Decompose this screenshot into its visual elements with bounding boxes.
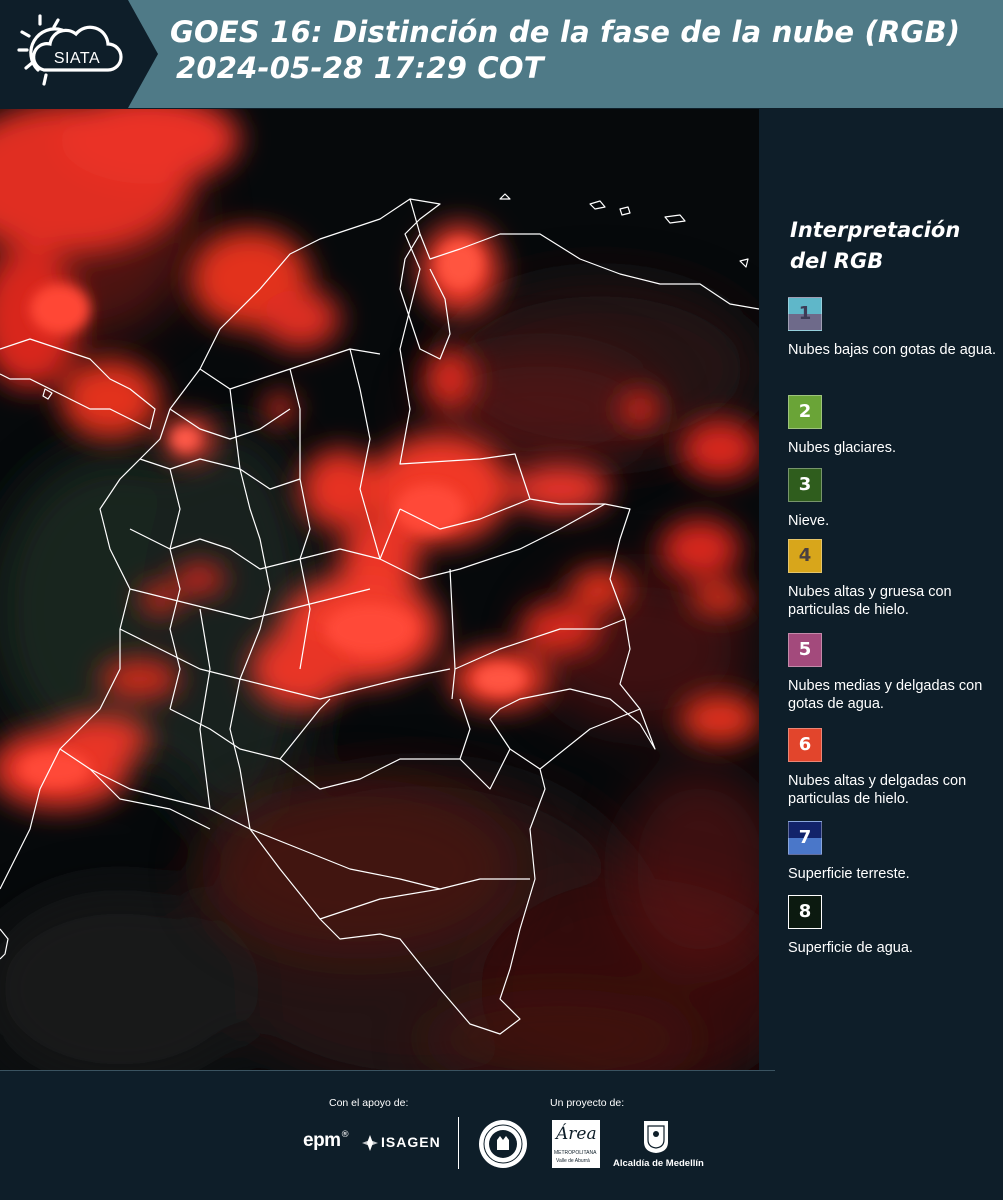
legend-desc-1: Nubes bajas con gotas de agua. (788, 342, 996, 358)
legend-swatch-3: 3 (788, 468, 822, 502)
footer-divider (0, 1070, 775, 1071)
legend-swatch-4: 4 (788, 539, 822, 573)
legend-desc-6: Nubes altas y delgadas con particulas de… (788, 773, 967, 807)
header: SIATA GOES 16: Distinción de la fase de … (0, 0, 1003, 108)
medellin-shield-icon (644, 1121, 668, 1153)
legend-swatch-5: 5 (788, 633, 822, 667)
project-label: Un proyecto de: (550, 1097, 625, 1109)
legend-swatch-7: 7 (788, 821, 822, 855)
footer-separator (458, 1117, 459, 1169)
support-label: Con el apoyo de: (329, 1097, 409, 1109)
page-title: GOES 16: Distinción de la fase de la nub… (170, 14, 990, 86)
siata-logo: SIATA (0, 0, 158, 108)
alcaldia-label: Alcaldía de Medellín (613, 1158, 704, 1169)
legend-desc-4: Nubes altas y gruesa con particulas de h… (788, 584, 952, 618)
legend-desc-5: Nubes medias y delgadas con gotas de agu… (788, 678, 983, 712)
siata-logo-text: SIATA (54, 50, 100, 67)
legend-swatch-8: 8 (788, 895, 822, 929)
title-line-2: 2024-05-28 17:29 COT (176, 51, 544, 85)
legend-swatch-2: 2 (788, 395, 822, 429)
isagen-mark-icon (362, 1135, 378, 1151)
legend-desc-3: Nieve. (788, 513, 830, 529)
legend-swatch-1: 1 (788, 297, 822, 331)
legend-panel: Interpretación del RGB 1 Nubes bajas con… (760, 109, 1003, 1070)
legend-desc-2: Nubes glaciares. (788, 440, 896, 456)
seal-logo-icon (479, 1120, 527, 1168)
satellite-map (0, 109, 759, 1070)
legend-title: Interpretación del RGB (790, 218, 961, 273)
title-line-1: GOES 16: Distinción de la fase de la nub… (170, 15, 961, 49)
legend-desc-8: Superficie de agua. (788, 940, 913, 956)
legend-swatch-6: 6 (788, 728, 822, 762)
epm-logo: epm® (303, 1130, 350, 1151)
footer: Con el apoyo de: Un proyecto de: epm® IS… (0, 1070, 1003, 1200)
area-metropolitana-logo: Área METROPOLITANA Valle de Aburrá (552, 1120, 600, 1168)
legend-desc-7: Superficie terreste. (788, 866, 910, 882)
